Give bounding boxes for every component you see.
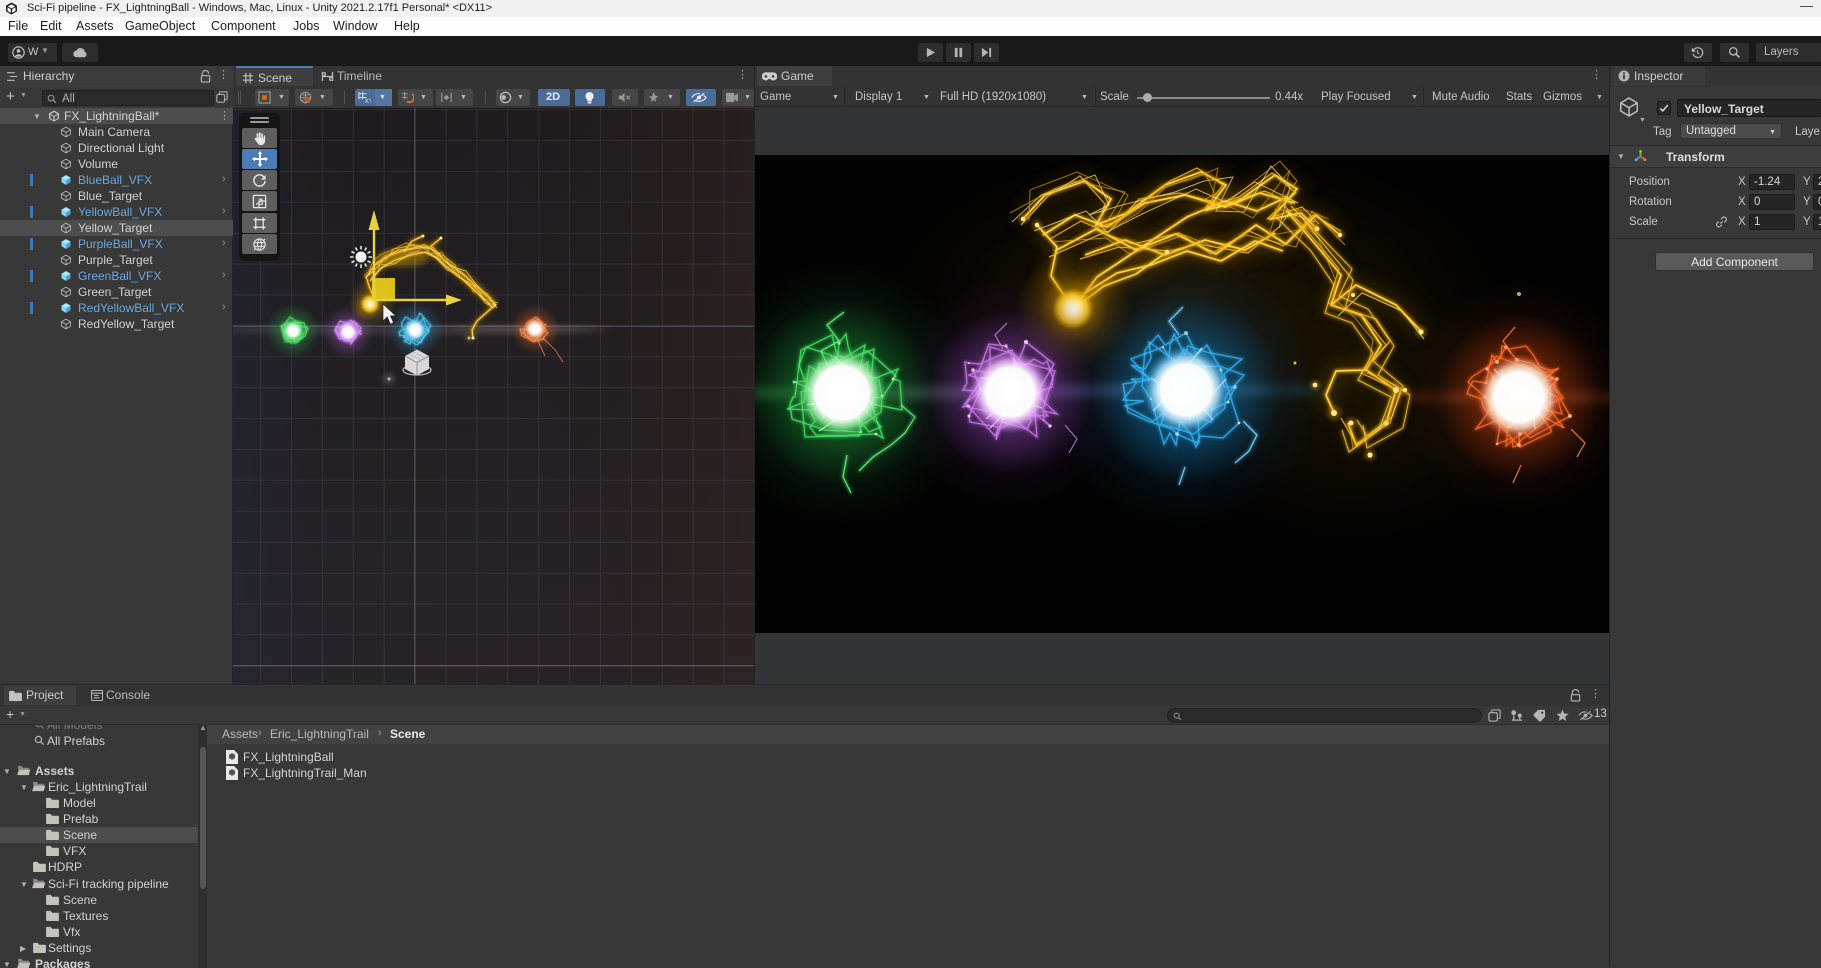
svg-text:XY: XY [365, 98, 372, 104]
